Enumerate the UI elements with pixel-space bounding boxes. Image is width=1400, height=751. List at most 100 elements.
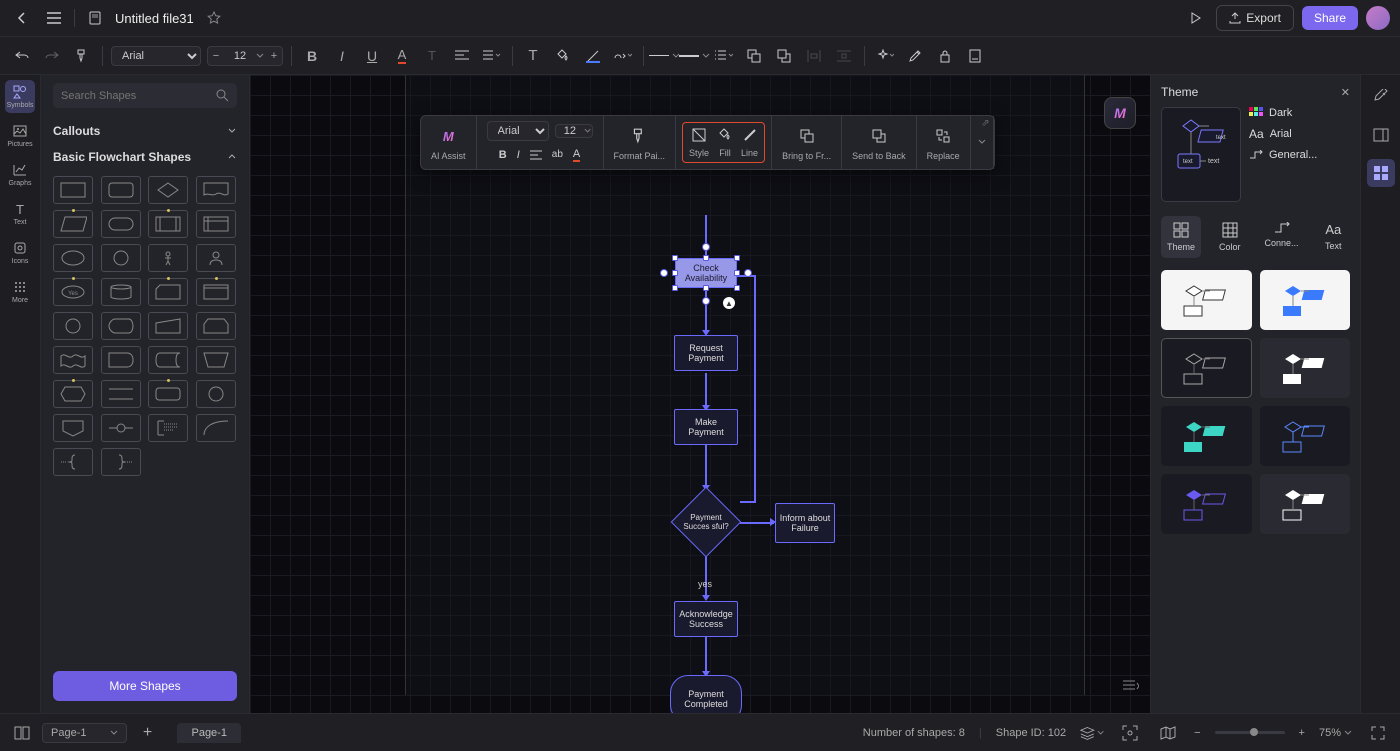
shape-database[interactable] xyxy=(101,278,141,306)
shape-predefined[interactable] xyxy=(148,210,188,238)
ctx-case[interactable]: ab xyxy=(552,149,563,160)
page-select[interactable]: Page-1 xyxy=(42,723,127,743)
tab-theme[interactable]: Theme xyxy=(1161,216,1201,258)
rr-layers[interactable] xyxy=(1367,121,1395,149)
ai-badge[interactable]: M xyxy=(1104,97,1136,129)
user-avatar[interactable] xyxy=(1366,6,1390,30)
node-check-availability[interactable]: Check Availability xyxy=(675,258,737,288)
focus-button[interactable] xyxy=(1118,721,1142,745)
zoom-out[interactable]: − xyxy=(1194,727,1200,739)
shape-yes-label[interactable]: Yes xyxy=(53,278,93,306)
position-front-button[interactable] xyxy=(742,44,766,68)
shape-arc[interactable] xyxy=(196,414,236,442)
more-shapes-button[interactable]: More Shapes xyxy=(53,671,237,701)
theme-option-4[interactable] xyxy=(1260,338,1351,398)
ctx-line[interactable]: Line xyxy=(741,127,758,158)
rail-graphs[interactable]: Graphs xyxy=(5,158,35,191)
ctx-size[interactable]: 12 xyxy=(555,124,593,138)
theme-option-2[interactable] xyxy=(1260,270,1351,330)
node-payment-completed[interactable]: Payment Completed xyxy=(670,675,742,713)
page-tab[interactable]: Page-1 xyxy=(177,723,240,743)
ctx-style[interactable]: Style xyxy=(689,127,709,158)
shape-subroutine[interactable] xyxy=(196,278,236,306)
shape-or[interactable] xyxy=(101,414,141,442)
shape-document[interactable] xyxy=(196,176,236,204)
shape-manual-op[interactable] xyxy=(196,346,236,374)
shape-delay[interactable] xyxy=(101,346,141,374)
format-painter-icon[interactable] xyxy=(70,44,94,68)
italic-button[interactable]: I xyxy=(330,44,354,68)
undo-button[interactable] xyxy=(10,44,34,68)
highlight-button[interactable]: T xyxy=(420,44,444,68)
shape-rounded-rect[interactable] xyxy=(148,380,188,408)
font-size-group[interactable]: − 12 + xyxy=(207,46,283,66)
tab-color[interactable]: Color xyxy=(1213,216,1247,258)
shape-data[interactable] xyxy=(53,210,93,238)
shape-annotation[interactable] xyxy=(148,414,188,442)
text-tool-button[interactable]: T xyxy=(521,44,545,68)
ctx-pin[interactable]: ⇗ xyxy=(981,118,989,129)
align-left-button[interactable] xyxy=(450,44,474,68)
shape-brace-left[interactable] xyxy=(53,448,93,476)
shape-circle[interactable] xyxy=(101,244,141,272)
ctx-align[interactable] xyxy=(530,150,542,160)
shape-connector-circle[interactable] xyxy=(53,312,93,340)
theme-option-8[interactable] xyxy=(1260,474,1351,534)
shape-manual-input[interactable] xyxy=(148,312,188,340)
map-button[interactable] xyxy=(1156,721,1180,745)
ctx-text-color[interactable]: A xyxy=(573,148,580,162)
fill-color-button[interactable] xyxy=(551,44,575,68)
theme-connector-row[interactable]: General... xyxy=(1249,149,1350,161)
menu-button[interactable] xyxy=(42,6,66,30)
theme-option-6[interactable] xyxy=(1260,406,1351,466)
page-layout-button[interactable] xyxy=(10,721,34,745)
theme-font-row[interactable]: AaArial xyxy=(1249,127,1350,141)
back-button[interactable] xyxy=(10,6,34,30)
text-color-button[interactable]: A xyxy=(390,44,414,68)
share-button[interactable]: Share xyxy=(1302,6,1358,30)
connector-button[interactable] xyxy=(611,44,635,68)
zoom-in[interactable]: + xyxy=(1299,727,1305,739)
shape-user[interactable] xyxy=(196,244,236,272)
rail-icons[interactable]: Icons xyxy=(5,236,35,269)
ctx-send-back[interactable]: Send to Back xyxy=(842,116,917,169)
rr-theme[interactable] xyxy=(1367,159,1395,187)
canvas[interactable]: Check Availability ▲ Request Payment Mak… xyxy=(250,75,1150,713)
add-page-button[interactable]: + xyxy=(135,721,159,745)
shape-process[interactable] xyxy=(53,176,93,204)
theme-color-row[interactable]: Dark xyxy=(1249,107,1350,119)
rail-symbols[interactable]: Symbols xyxy=(5,80,35,113)
ctx-bring-front[interactable]: Bring to Fr... xyxy=(772,116,842,169)
tab-text[interactable]: AaText xyxy=(1317,216,1350,258)
theme-option-7[interactable] xyxy=(1161,474,1252,534)
tab-connector[interactable]: Conne... xyxy=(1259,216,1305,258)
star-icon[interactable] xyxy=(202,6,226,30)
shape-search[interactable] xyxy=(53,83,237,108)
shape-display[interactable] xyxy=(101,312,141,340)
shape-stored-data[interactable] xyxy=(148,346,188,374)
node-inform-failure[interactable]: Inform about Failure xyxy=(775,503,835,543)
ctx-format-painter[interactable]: Format Pai... xyxy=(604,116,677,169)
line-weight-button[interactable] xyxy=(682,44,706,68)
zoom-slider[interactable] xyxy=(1215,731,1285,734)
align-menu-button[interactable] xyxy=(480,44,504,68)
ctx-replace[interactable]: Replace xyxy=(917,116,971,169)
ctx-bold[interactable]: B xyxy=(499,149,507,161)
rr-properties[interactable] xyxy=(1367,83,1395,111)
shape-brace-right[interactable] xyxy=(101,448,141,476)
category-flowchart[interactable]: Basic Flowchart Shapes xyxy=(53,144,237,170)
increase-size[interactable]: + xyxy=(266,47,282,65)
shape-circle2[interactable] xyxy=(196,380,236,408)
shape-loop-limit[interactable] xyxy=(196,312,236,340)
close-panel[interactable]: ✕ xyxy=(1341,86,1350,99)
shape-terminator[interactable] xyxy=(101,210,141,238)
font-size-value[interactable]: 12 xyxy=(224,50,256,62)
page-setup-button[interactable] xyxy=(963,44,987,68)
shape-tape[interactable] xyxy=(53,346,93,374)
ctx-font-select[interactable]: Arial xyxy=(487,121,549,141)
rail-more[interactable]: More xyxy=(5,275,35,308)
theme-option-3[interactable] xyxy=(1161,338,1252,398)
shape-decision[interactable] xyxy=(148,176,188,204)
rail-pictures[interactable]: Pictures xyxy=(5,119,35,152)
ctx-fill[interactable]: Fill xyxy=(717,127,733,158)
